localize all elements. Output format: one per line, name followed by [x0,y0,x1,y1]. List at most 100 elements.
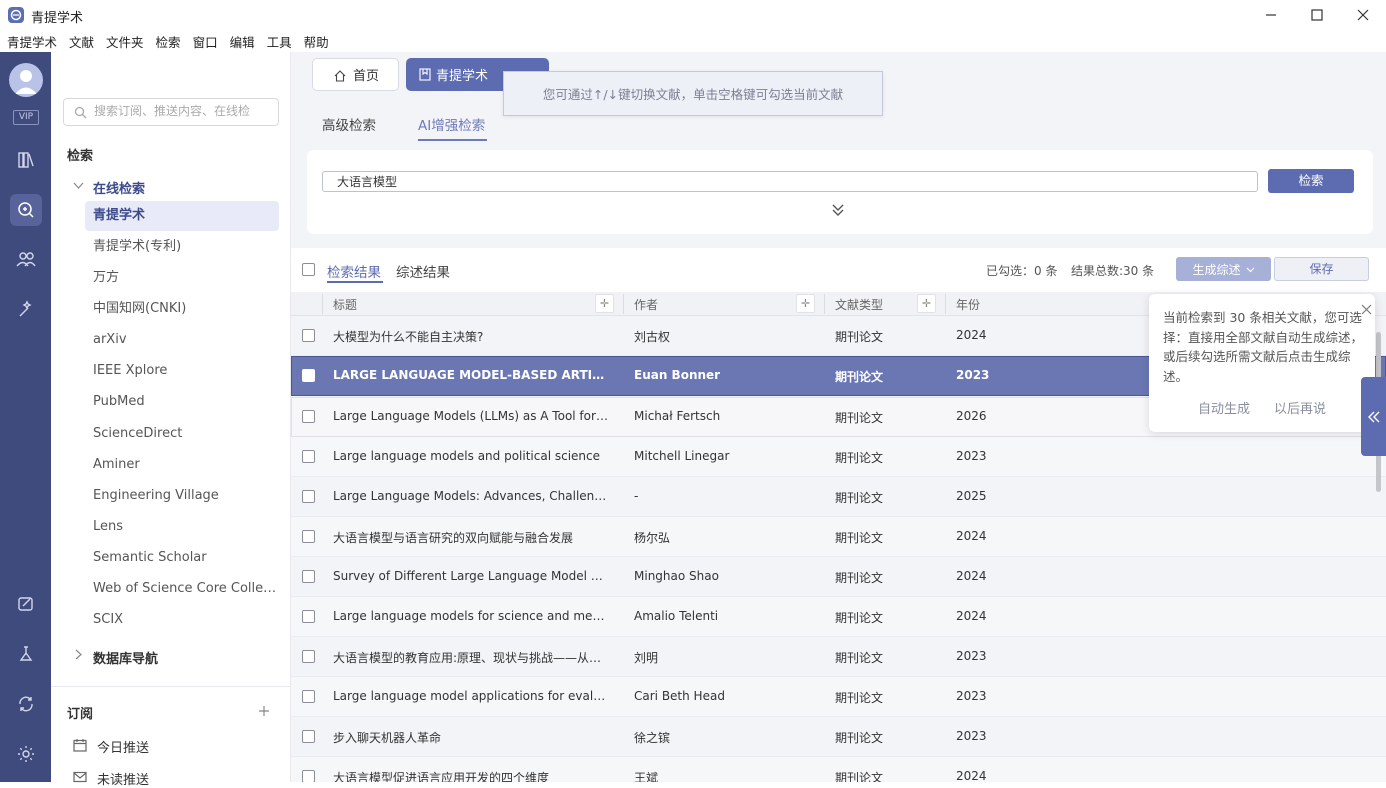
cell-author: Amalio Telenti [634,609,719,623]
tab-ai-search[interactable]: AI增强检索 [418,114,485,134]
column-title[interactable]: 标题 [333,296,357,313]
write-icon[interactable] [10,588,42,620]
table-row[interactable]: Survey of Different Large Language Model… [291,557,1386,597]
nav-source-scix[interactable]: SCIX [85,605,279,635]
divider [51,686,291,687]
search-button[interactable]: 检索 [1268,169,1354,193]
menu-help[interactable]: 帮助 [304,32,329,51]
row-checkbox[interactable] [302,410,315,423]
nav-source-wanfang[interactable]: 万方 [85,263,279,293]
row-checkbox[interactable] [302,450,315,463]
menu-search[interactable]: 检索 [156,32,181,51]
avatar[interactable] [9,63,43,97]
library-icon[interactable] [10,144,42,176]
row-checkbox[interactable] [302,730,315,743]
tab-summary-results[interactable]: 综述结果 [396,261,450,281]
menu-literature[interactable]: 文献 [69,32,94,51]
column-year[interactable]: 年份 [956,296,980,313]
nav-source-qingti[interactable]: 青提学术 [85,201,279,231]
cell-year: 2023 [956,368,990,382]
cell-author: Cari Beth Head [634,689,725,703]
column-type[interactable]: 文献类型 [835,296,883,313]
row-checkbox[interactable] [302,770,315,782]
generate-summary-button[interactable]: 生成综述 [1176,257,1271,281]
nav-source-lens[interactable]: Lens [85,512,279,542]
row-checkbox[interactable] [302,570,315,583]
menu-tools[interactable]: 工具 [267,32,292,51]
tab-qingti-label: 青提学术 [436,69,489,84]
chevron-down-icon[interactable] [73,180,84,191]
move-column-icon[interactable]: ✛ [796,294,815,313]
nav-source-aminer[interactable]: Aminer [85,450,279,480]
tab-search-results[interactable]: 检索结果 [327,261,381,281]
side-panel-toggle[interactable] [1361,377,1386,456]
popup-message: 当前检索到 30 条相关文献，您可选择：直接用全部文献自动生成综述，或后续勾选所… [1163,310,1364,384]
row-checkbox[interactable] [302,329,315,342]
table-row[interactable]: 大语言模型的教育应用:原理、现状与挑战——从轻量级 刘明 期刊论文 2023 [291,637,1386,677]
cell-author: Euan Bonner [634,368,721,382]
sync-icon[interactable] [10,688,42,720]
row-checkbox[interactable] [302,650,315,663]
close-window-button[interactable] [1340,0,1386,30]
query-input[interactable] [322,171,1258,192]
menu-folder[interactable]: 文件夹 [106,32,144,51]
nav-source-pubmed[interactable]: PubMed [85,387,279,417]
cell-author: 徐之镔 [634,731,671,745]
nav-source-web-of-science[interactable]: Web of Science Core Collec... [85,574,279,604]
menu-app[interactable]: 青提学术 [7,32,57,51]
today-push[interactable]: 今日推送 [97,737,149,756]
maximize-button[interactable] [1294,0,1340,30]
cell-type: 期刊论文 [835,411,884,425]
close-icon[interactable] [1361,304,1372,315]
tab-advanced-search[interactable]: 高级检索 [322,114,376,134]
group-db-nav[interactable]: 数据库导航 [93,648,158,667]
column-divider [322,294,323,314]
tab-home[interactable]: 首页 [312,58,399,91]
row-checkbox[interactable] [302,530,315,543]
row-checkbox[interactable] [302,490,315,503]
nav-search-box[interactable] [63,98,279,126]
calendar-icon [73,739,87,752]
unread-push[interactable]: 未读推送 [97,769,149,788]
nav-source-arxiv[interactable]: arXiv [85,325,279,355]
move-column-icon[interactable]: ✛ [595,294,614,313]
move-column-icon[interactable]: ✛ [917,294,936,313]
table-row[interactable]: Large language models and political scie… [291,437,1386,477]
table-row[interactable]: Large Language Models: Advances, Challen… [291,477,1386,517]
ai-magic-icon[interactable] [10,294,42,326]
cell-type: 期刊论文 [835,771,884,782]
nav-source-cnki[interactable]: 中国知网(CNKI) [85,294,279,324]
chevron-right-icon[interactable] [73,649,84,660]
nav-source-semantic-scholar[interactable]: Semantic Scholar [85,543,279,573]
table-row[interactable]: 步入聊天机器人革命 徐之镔 期刊论文 2023 [291,717,1386,757]
expand-down-icon[interactable] [830,202,846,218]
menu-edit[interactable]: 编辑 [230,32,255,51]
select-all-checkbox[interactable] [302,263,315,276]
nav-source-engineering-village[interactable]: Engineering Village [85,481,279,511]
nav-source-sciencedirect[interactable]: ScienceDirect [85,419,279,449]
minimize-button[interactable] [1248,0,1294,30]
row-checkbox[interactable] [302,369,315,382]
later-button[interactable]: 以后再说 [1274,398,1326,417]
save-button[interactable]: 保存 [1274,257,1369,281]
auto-generate-button[interactable]: 自动生成 [1198,398,1250,417]
search-card: 检索 [307,150,1373,234]
row-checkbox[interactable] [302,690,315,703]
lab-icon[interactable] [10,638,42,670]
table-row[interactable]: 大语言模型与语言研究的双向赋能与融合发展 杨尔弘 期刊论文 2024 [291,517,1386,557]
nav-source-ieee[interactable]: IEEE Xplore [85,356,279,386]
table-row[interactable]: Large language models for science and me… [291,597,1386,637]
menu-window[interactable]: 窗口 [193,32,218,51]
settings-icon[interactable] [10,738,42,770]
nav-source-qingti-patent[interactable]: 青提学术(专利) [85,232,279,262]
column-author[interactable]: 作者 [634,296,658,313]
table-row[interactable]: 大语言模型促进语言应用开发的四个维度 王斌 期刊论文 2024 [291,757,1386,782]
table-row[interactable]: Large language model applications for ev… [291,677,1386,717]
vip-badge[interactable]: VIP [13,110,39,125]
search-module-icon[interactable] [10,194,42,226]
group-online-search[interactable]: 在线检索 [93,178,145,197]
nav-search-input[interactable] [94,104,274,118]
team-icon[interactable] [10,243,42,275]
add-icon[interactable] [258,705,270,717]
row-checkbox[interactable] [302,610,315,623]
